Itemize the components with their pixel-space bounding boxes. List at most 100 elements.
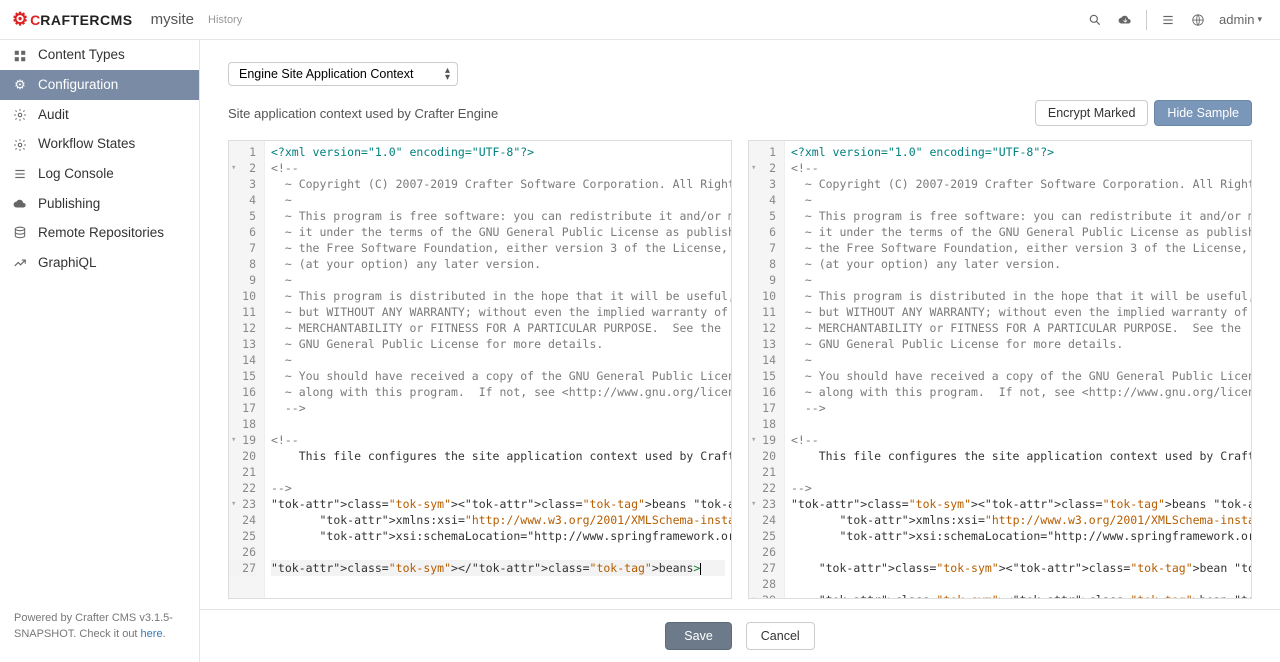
code-line[interactable]: ~ This program is free software: you can… — [791, 208, 1245, 224]
save-button[interactable]: Save — [665, 622, 732, 650]
code-line[interactable]: ~ You should have received a copy of the… — [271, 368, 725, 384]
sidebar-item-remote-repositories[interactable]: Remote Repositories — [0, 218, 199, 248]
config-description: Site application context used by Crafter… — [228, 106, 498, 121]
sidebar-item-label: Configuration — [38, 77, 118, 92]
cloud-download-icon[interactable] — [1110, 11, 1140, 28]
code-line[interactable]: ~ but WITHOUT ANY WARRANTY; without even… — [271, 304, 725, 320]
code-line[interactable]: This file configures the site applicatio… — [271, 448, 725, 464]
code-line[interactable]: ~ Copyright (C) 2007-2019 Crafter Softwa… — [791, 176, 1245, 192]
gear-icon: ⚙ — [12, 9, 28, 30]
code-line[interactable]: ~ (at your option) any later version. — [271, 256, 725, 272]
footer-bar: Save Cancel — [200, 609, 1280, 662]
code-line[interactable]: ~ — [791, 192, 1245, 208]
chevron-down-icon: ▾ — [1257, 14, 1262, 25]
sidebar-item-publishing[interactable]: Publishing — [0, 188, 199, 218]
editor-left[interactable]: 1234567891011121314151617181920212223242… — [228, 140, 732, 599]
code-line[interactable] — [791, 464, 1245, 480]
code-line[interactable] — [791, 576, 1245, 592]
code-line[interactable]: "tok-attr">class="tok-sym"><"tok-attr">c… — [791, 496, 1245, 512]
code-line[interactable]: "tok-attr">xsi:schemaLocation="http://ww… — [271, 528, 725, 544]
sidebar: Content Types⚙ConfigurationAudit Workflow… — [0, 40, 200, 662]
code-line[interactable]: ~ Copyright (C) 2007-2019 Crafter Softwa… — [271, 176, 725, 192]
user-menu[interactable]: admin ▾ — [1213, 12, 1268, 27]
code-line[interactable]: ~ — [271, 192, 725, 208]
code-line[interactable]: "tok-attr">class="tok-sym"><"tok-attr">c… — [271, 496, 725, 512]
code-line[interactable]: ~ This program is distributed in the hop… — [791, 288, 1245, 304]
code-line[interactable]: ~ along with this program. If not, see <… — [791, 384, 1245, 400]
code-line[interactable]: --> — [271, 400, 725, 416]
code-line[interactable]: "tok-attr">xmlns:xsi="http://www.w3.org/… — [791, 512, 1245, 528]
code-line[interactable]: <?xml version="1.0" encoding="UTF-8"?> — [791, 144, 1245, 160]
search-icon[interactable] — [1080, 11, 1110, 28]
code-line[interactable]: ~ You should have received a copy of the… — [791, 368, 1245, 384]
config-selector[interactable]: Engine Site Application Context — [228, 62, 458, 86]
code-line[interactable]: ~ (at your option) any later version. — [791, 256, 1245, 272]
code-line[interactable]: ~ — [791, 272, 1245, 288]
code-line[interactable]: --> — [791, 400, 1245, 416]
encrypt-marked-button[interactable]: Encrypt Marked — [1035, 100, 1149, 126]
code-line[interactable] — [271, 416, 725, 432]
code-line[interactable]: --> — [271, 480, 725, 496]
sidebar-item-configuration[interactable]: ⚙Configuration — [0, 70, 199, 100]
footer-link[interactable]: here — [141, 628, 163, 640]
list-icon — [12, 166, 28, 182]
brand-c: C — [30, 12, 40, 28]
code-line[interactable]: ~ MERCHANTABILITY or FITNESS FOR A PARTI… — [271, 320, 725, 336]
code-line[interactable]: ~ — [791, 352, 1245, 368]
code-line[interactable]: ~ it under the terms of the GNU General … — [271, 224, 725, 240]
sidebar-footer: Powered by Crafter CMS v3.1.5-SNAPSHOT. … — [0, 601, 199, 662]
sidebar-item-label: Remote Repositories — [38, 225, 164, 240]
sidebar-item-label: GraphiQL — [38, 255, 97, 270]
code-line[interactable]: <!-- — [271, 432, 725, 448]
history-link[interactable]: History — [208, 14, 242, 26]
sidebar-item-label: Publishing — [38, 196, 100, 211]
code-line[interactable]: "tok-attr">xmlns:xsi="http://www.w3.org/… — [271, 512, 725, 528]
user-label: admin — [1219, 12, 1254, 27]
code-line[interactable]: "tok-attr">class="tok-sym"></"tok-attr">… — [271, 560, 725, 576]
code-line[interactable]: ~ it under the terms of the GNU General … — [791, 224, 1245, 240]
code-line[interactable]: ~ the Free Software Foundation, either v… — [791, 240, 1245, 256]
brand-logo[interactable]: ⚙ CRAFTERCMS — [12, 9, 133, 30]
globe-icon[interactable] — [1183, 11, 1213, 28]
menu-icon[interactable] — [1153, 11, 1183, 28]
chart-icon — [12, 254, 28, 270]
grid-icon — [12, 47, 28, 63]
sidebar-item-audit[interactable]: Audit — [0, 100, 199, 130]
code-line[interactable]: <!-- — [791, 432, 1245, 448]
code-line[interactable]: "tok-attr">xsi:schemaLocation="http://ww… — [791, 528, 1245, 544]
code-line[interactable]: ~ — [271, 272, 725, 288]
sidebar-item-workflow-states[interactable]: Workflow States — [0, 129, 199, 159]
code-line[interactable]: ~ This program is free software: you can… — [271, 208, 725, 224]
code-line[interactable]: "tok-attr">class="tok-sym"><"tok-attr">c… — [791, 560, 1245, 576]
code-line[interactable]: "tok-attr">class="tok-sym"><"tok-attr">c… — [791, 592, 1245, 598]
code-line[interactable]: --> — [791, 480, 1245, 496]
code-line[interactable]: ~ the Free Software Foundation, either v… — [271, 240, 725, 256]
cancel-button[interactable]: Cancel — [746, 622, 815, 650]
code-line[interactable]: <!-- — [791, 160, 1245, 176]
code-line[interactable]: ~ but WITHOUT ANY WARRANTY; without even… — [791, 304, 1245, 320]
editor-right[interactable]: 1234567891011121314151617181920212223242… — [748, 140, 1252, 599]
code-line[interactable]: <!-- — [271, 160, 725, 176]
code-line[interactable]: ~ MERCHANTABILITY or FITNESS FOR A PARTI… — [791, 320, 1245, 336]
code-line[interactable]: ~ GNU General Public License for more de… — [791, 336, 1245, 352]
code-line[interactable]: ~ This program is distributed in the hop… — [271, 288, 725, 304]
sidebar-item-label: Log Console — [38, 166, 114, 181]
site-name[interactable]: mysite — [151, 11, 194, 28]
main-panel: Engine Site Application Context ▴▾ Site … — [200, 40, 1280, 662]
code-line[interactable]: This file configures the site applicatio… — [791, 448, 1245, 464]
code-line[interactable] — [791, 544, 1245, 560]
sidebar-item-label: Workflow States — [38, 136, 135, 151]
sidebar-item-content-types[interactable]: Content Types — [0, 40, 199, 70]
sidebar-item-log-console[interactable]: Log Console — [0, 159, 199, 189]
code-line[interactable]: ~ GNU General Public License for more de… — [271, 336, 725, 352]
divider — [1146, 10, 1147, 30]
code-line[interactable] — [271, 544, 725, 560]
code-line[interactable] — [271, 464, 725, 480]
code-line[interactable]: ~ along with this program. If not, see <… — [271, 384, 725, 400]
hide-sample-button[interactable]: Hide Sample — [1154, 100, 1252, 126]
sidebar-item-graphiql[interactable]: GraphiQL — [0, 247, 199, 277]
code-line[interactable]: <?xml version="1.0" encoding="UTF-8"?> — [271, 144, 725, 160]
code-line[interactable] — [791, 416, 1245, 432]
code-line[interactable]: ~ — [271, 352, 725, 368]
footer-suffix: . — [163, 628, 166, 640]
